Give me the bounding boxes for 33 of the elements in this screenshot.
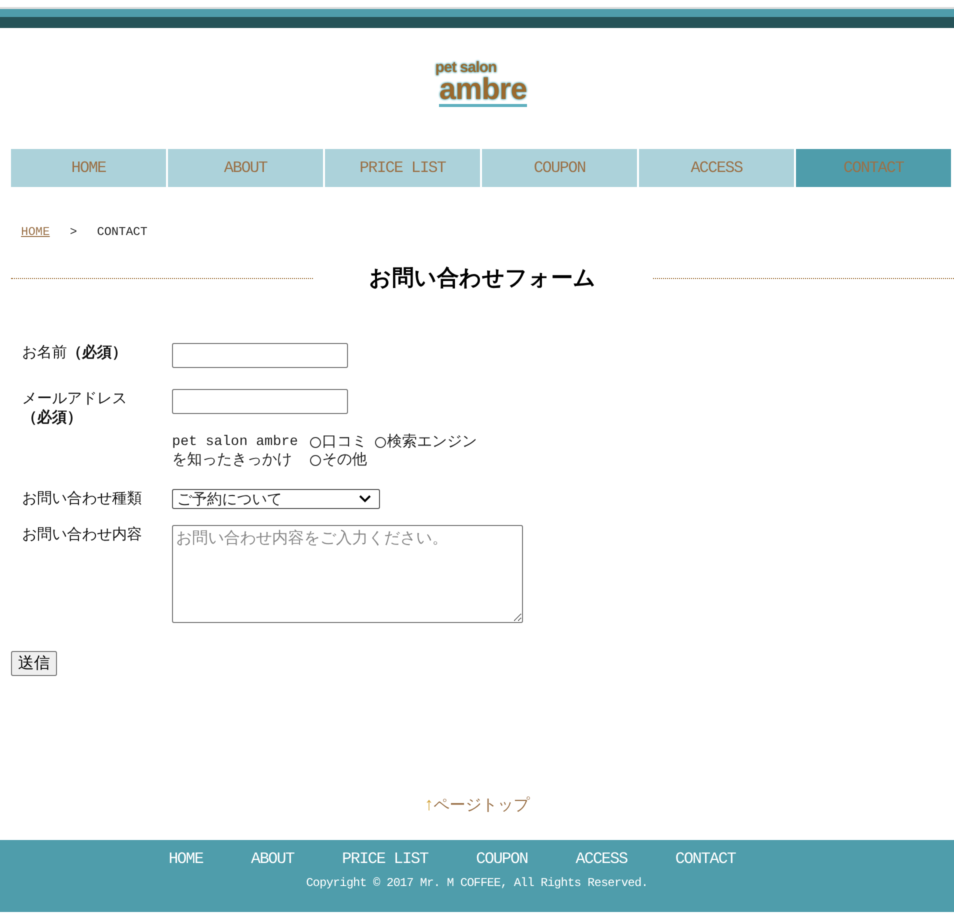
copyright: Copyright © 2017 Mr. M COFFEE, All Rights Reserved. [306,876,648,890]
dropdown[interactable]: ご予約について [172,489,380,509]
radio-option[interactable]: 口コミ [310,433,368,451]
footer-link[interactable]: HOME [168,850,203,868]
field-label: pet salon ambre [172,433,298,451]
nav-tab[interactable]: HOME [11,149,166,187]
footer-link[interactable]: CONTACT [675,850,736,868]
breadcrumb-link[interactable]: HOME [21,225,50,239]
breadcrumb-current: CONTACT [97,225,148,239]
nav-tab[interactable]: ABOUT [168,149,323,187]
logo[interactable]: pet salon ambre [435,60,527,107]
field-label: を知ったきっかけ [172,451,293,469]
footer-link[interactable]: ABOUT [250,850,294,868]
field-label: メールアドレス（必須） [21,390,128,428]
nav-tab[interactable]: PRICE LIST [325,149,480,187]
radio-option[interactable]: その他 [310,451,368,469]
input-field[interactable] [172,343,348,368]
form-heading: お問い合わせフォーム [368,264,597,292]
submit-button[interactable]: 送信 [11,651,57,676]
field-label: お問い合わせ種類 [21,490,143,509]
field-label: お名前（必須） [21,343,128,363]
footer-link[interactable]: COUPON [476,850,528,868]
page-top-link[interactable]: ↑ページトップ [424,797,530,814]
nav-tab[interactable]: COUPON [482,149,637,187]
footer-link[interactable]: ACCESS [576,850,628,868]
field-label: お問い合わせ内容 [21,525,143,545]
message-field[interactable]: お問い合わせ内容をご入力ください。 [172,525,523,623]
breadcrumb-separator: > [70,225,78,239]
chevron-down-icon [359,495,371,503]
input-field[interactable] [172,389,348,414]
radio-option[interactable]: 検索エンジン [375,433,478,451]
nav-tab[interactable]: ACCESS [639,149,794,187]
footer-link[interactable]: PRICE LIST [342,850,428,868]
